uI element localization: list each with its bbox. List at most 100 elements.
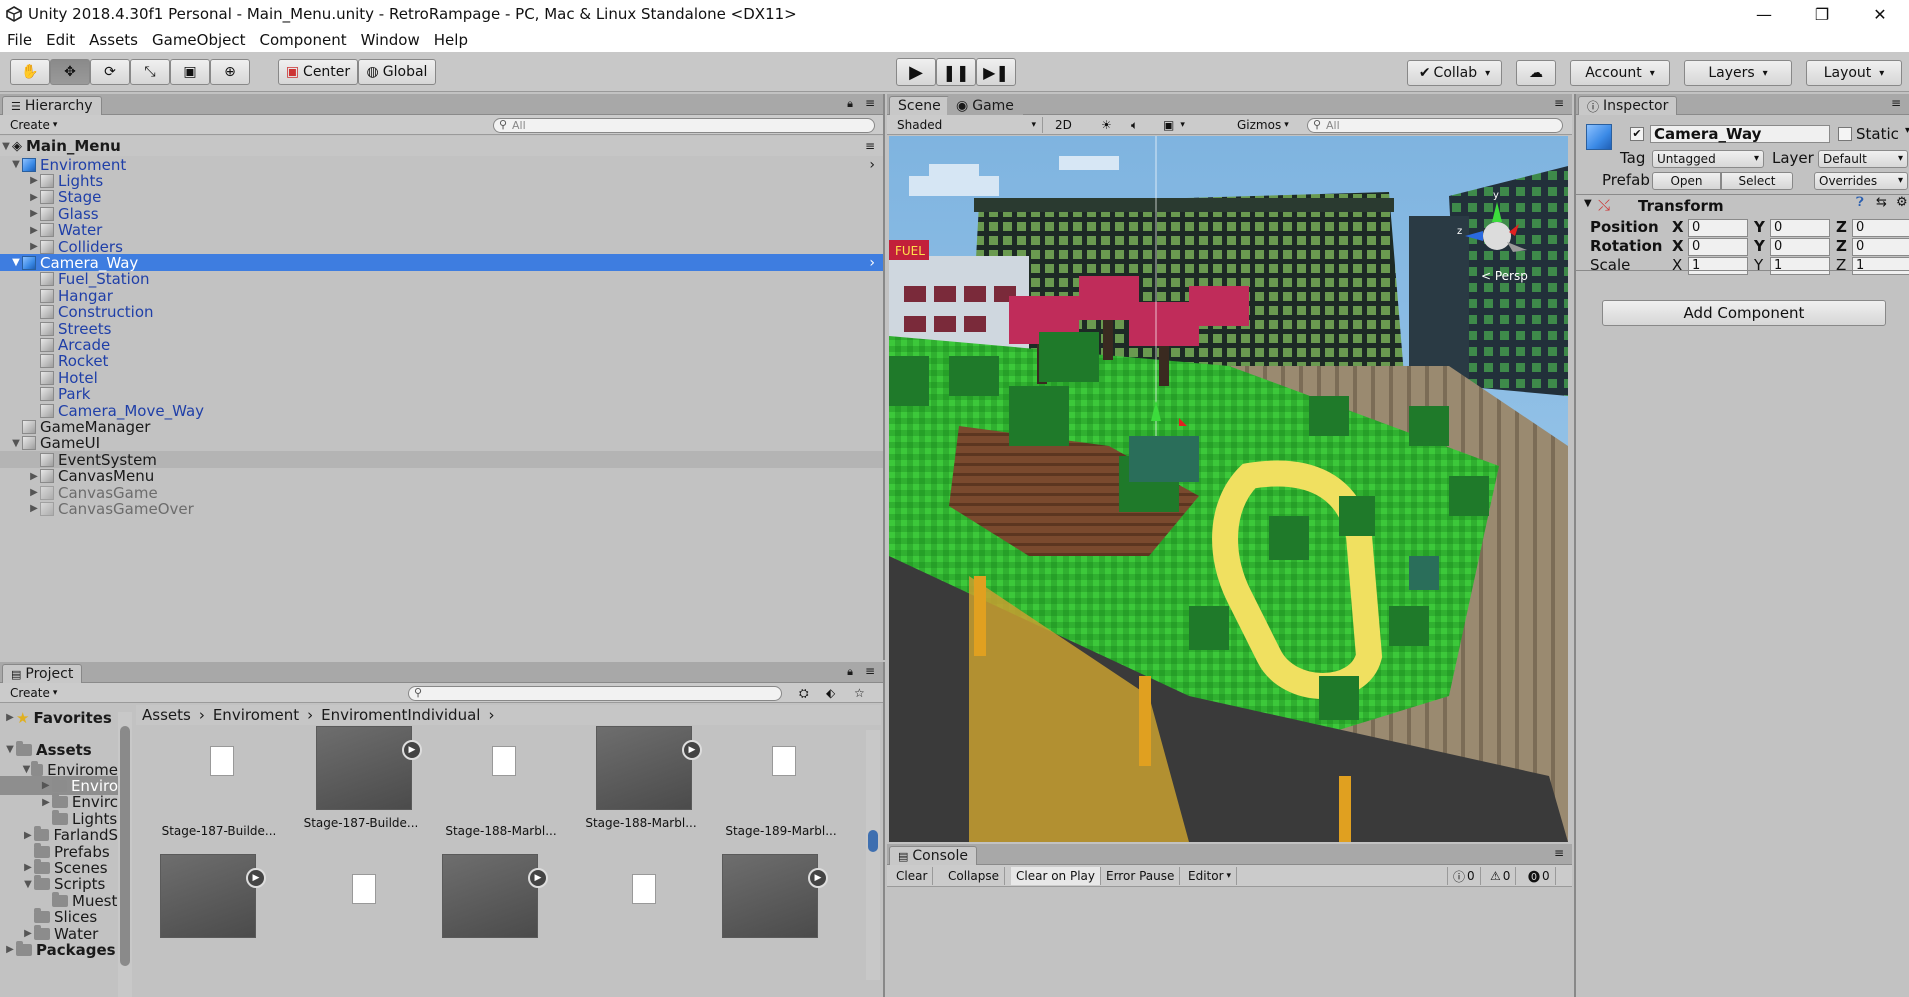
expand-arrow-icon[interactable]: ▼ [10,257,22,268]
rotate-tool-button[interactable]: ⟳ [90,59,130,85]
hierarchy-row-stage[interactable]: ▶ Stage [0,188,883,206]
scale-x-field[interactable]: 1 [1688,257,1748,275]
expand-arrow-icon[interactable]: ▶ [28,471,40,482]
panel-menu-icon[interactable]: ≡ [1554,846,1564,860]
expand-arrow-icon[interactable]: ▼ [10,159,22,170]
layout-dropdown[interactable]: Layout [1806,60,1902,86]
lock-icon[interactable]: 🔒︎ [847,665,853,679]
lock-icon[interactable]: 🔒︎ [847,97,853,111]
play-button[interactable]: ▶ [896,58,936,86]
hierarchy-row-arcade[interactable]: Arcade [0,336,883,354]
grid-scrollbar-thumb[interactable] [868,830,878,852]
transform-tool-button[interactable]: ⊕ [210,59,250,85]
grid-scrollbar[interactable] [866,730,880,980]
asset-item[interactable] [296,862,426,974]
prefab-open-button[interactable]: Open [1652,172,1721,190]
asset-item[interactable]: ▶ Stage-188-Marbl... [576,726,706,838]
console-clear-button[interactable]: Clear [891,867,934,885]
mode-2d-button[interactable]: 2D [1051,117,1076,133]
expand-arrow-icon[interactable]: ▶ [40,780,52,791]
pivot-global-button[interactable]: ◍ Global [358,59,436,85]
play-preview-icon[interactable]: ▶ [246,868,266,888]
play-preview-icon[interactable]: ▶ [528,868,548,888]
search-by-type-button[interactable]: ⛭ [795,685,813,701]
hierarchy-row-water[interactable]: ▶ Water [0,221,883,239]
play-preview-icon[interactable]: ▶ [402,740,422,760]
transform-collapse-arrow-icon[interactable]: ▼ [1584,198,1592,209]
object-name-field[interactable]: Camera_Way [1650,125,1830,143]
step-button[interactable]: ▶❚ [976,58,1016,86]
expand-arrow-icon[interactable]: ▶ [40,797,52,808]
rotation-y-field[interactable]: 0 [1770,238,1830,256]
layer-dropdown[interactable]: Default [1818,150,1908,168]
position-y-field[interactable]: 0 [1770,219,1830,237]
console-collapse-button[interactable]: Collapse [943,867,1005,885]
asset-item[interactable]: Stage-189-Marbl... [716,734,846,846]
warning-filter-toggle[interactable]: ⚠ 0 [1485,867,1517,885]
hierarchy-row-enviroment[interactable]: ▼ Enviroment › [0,156,883,174]
asset-item[interactable] [576,862,706,974]
breadcrumb-enviroment[interactable]: Enviroment [213,706,299,724]
project-tab[interactable]: ▤ Project [2,664,83,683]
asset-item[interactable]: ▶ Stage-187-Builde... [296,726,426,838]
layers-dropdown[interactable]: Layers [1684,60,1792,86]
menu-window[interactable]: Window [354,31,427,49]
asset-item[interactable]: ▶ [702,854,832,966]
hierarchy-row-camera-move-way[interactable]: Camera_Move_Way [0,402,883,420]
expand-arrow-icon[interactable]: ▶ [28,487,40,498]
gear-icon[interactable]: ⚙ [1896,195,1908,210]
console-clear-on-play-button[interactable]: Clear on Play [1011,867,1101,885]
hierarchy-row-canvasmenu[interactable]: ▶ CanvasMenu [0,467,883,485]
scale-tool-button[interactable]: ⤡ [130,59,170,85]
expand-arrow-icon[interactable]: ▶ [28,192,40,203]
close-button[interactable]: ✕ [1851,0,1909,28]
hierarchy-row-gameui[interactable]: ▼ GameUI [0,434,883,452]
asset-item[interactable]: Stage-188-Marbl... [436,734,566,846]
play-preview-icon[interactable]: ▶ [808,868,828,888]
position-x-field[interactable]: 0 [1688,219,1748,237]
expand-arrow-icon[interactable]: ▶ [22,928,34,939]
scene-menu-icon[interactable]: ≡ [865,139,875,153]
expand-arrow-icon[interactable]: ▶ [28,175,40,186]
panel-menu-icon[interactable]: ≡ [1891,96,1901,110]
expand-arrow-icon[interactable]: ▶ [22,862,34,873]
panel-menu-icon[interactable]: ≡ [865,664,875,678]
scene-row[interactable]: ▼ ◈ Main_Menu ≡ [0,136,883,156]
shading-dropdown[interactable]: Shaded ▾ [893,117,1043,133]
hierarchy-row-eventsystem[interactable]: EventSystem [0,451,883,469]
console-log-area[interactable] [887,888,1572,997]
project-search-input[interactable] [408,686,782,701]
hierarchy-create-button[interactable]: Create ▾ [6,117,61,133]
position-z-field[interactable]: 0 [1852,219,1909,237]
search-by-label-button[interactable]: ⬖ [822,685,839,701]
lighting-toggle[interactable]: ☀ [1097,117,1116,133]
asset-item[interactable]: ▶ [140,854,270,966]
minimize-button[interactable]: — [1735,0,1793,28]
menu-component[interactable]: Component [253,31,354,49]
cloud-button[interactable]: ☁ [1516,60,1556,86]
prefab-select-button[interactable]: Select [1721,172,1793,190]
presets-icon[interactable]: ⇆ [1876,195,1887,210]
hierarchy-row-canvasgameover[interactable]: ▶ CanvasGameOver [0,500,883,518]
breadcrumb-assets[interactable]: Assets [142,706,191,724]
info-filter-toggle[interactable]: ⓘ 0 [1447,867,1481,885]
project-create-button[interactable]: Create ▾ [6,685,61,701]
assets-root-row[interactable]: ▼ Assets [4,740,92,759]
hierarchy-row-construction[interactable]: Construction [0,303,883,321]
favorite-button[interactable]: ☆ [850,685,869,701]
tab-game[interactable]: ◉ Game [947,96,1023,115]
tag-dropdown[interactable]: Untagged [1652,150,1764,168]
menu-file[interactable]: File [0,31,39,49]
expand-arrow-icon[interactable]: ▶ [4,944,16,955]
console-tab[interactable]: ▤ Console [889,846,977,865]
rotation-x-field[interactable]: 0 [1688,238,1748,256]
expand-arrow-icon[interactable]: ▶ [28,241,40,252]
add-component-button[interactable]: Add Component [1602,300,1886,326]
hierarchy-row-park[interactable]: Park [0,385,883,403]
expand-arrow-icon[interactable]: ▼ [10,438,22,449]
console-error-pause-button[interactable]: Error Pause [1101,867,1181,885]
panel-menu-icon[interactable]: ≡ [865,96,875,110]
active-checkbox[interactable]: ✔ [1630,127,1644,141]
hierarchy-search-input[interactable]: All [493,118,875,133]
expand-arrow-icon[interactable]: ▼ [22,764,31,775]
